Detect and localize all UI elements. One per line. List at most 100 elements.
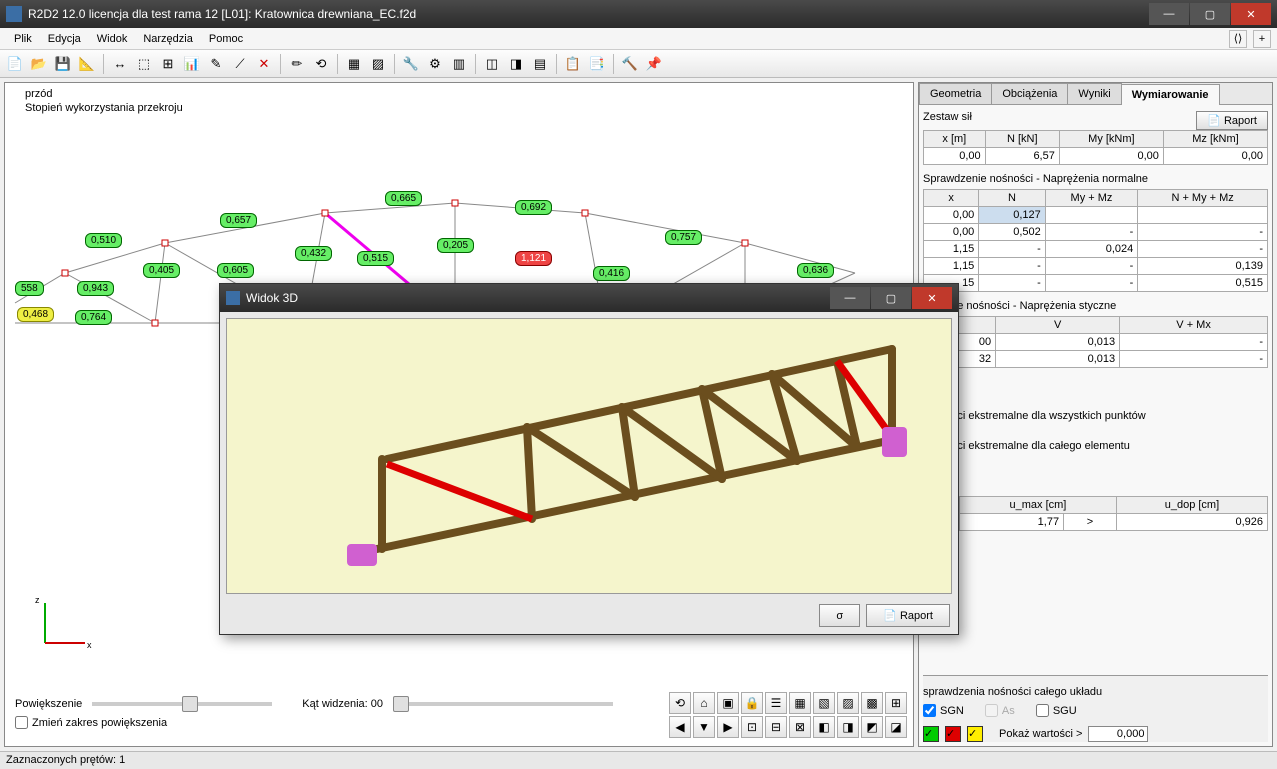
forces-table: x [m]N [kN]My [kNm]Mz [kNm] 0,006,570,00… — [923, 130, 1268, 165]
tool-icon-1[interactable]: 📐 — [76, 53, 98, 75]
pokaz-label: Pokaż wartości > — [999, 728, 1082, 740]
new-icon[interactable]: 📄 — [4, 53, 26, 75]
tool-icon-19[interactable]: 📑 — [586, 53, 608, 75]
zoom-slider[interactable] — [92, 702, 272, 706]
tool-icon-10[interactable]: ▦ — [343, 53, 365, 75]
view-btn-5[interactable]: ☰ — [765, 692, 787, 714]
popup-titlebar[interactable]: Widok 3D — ▢ ✕ — [220, 284, 958, 312]
tool-icon-11[interactable]: ▨ — [367, 53, 389, 75]
view-btn-9[interactable]: ▩ — [861, 692, 883, 714]
maximize-button[interactable]: ▢ — [1190, 3, 1230, 25]
menu-edycja[interactable]: Edycja — [40, 30, 89, 48]
view-btn-7[interactable]: ▧ — [813, 692, 835, 714]
sigma-button[interactable]: σ — [819, 604, 860, 627]
sgu-checkbox[interactable]: SGU — [1036, 704, 1077, 717]
tool-icon-12[interactable]: 🔧 — [400, 53, 422, 75]
zoom-range-checkbox[interactable]: Zmień zakres powiększenia — [15, 716, 167, 729]
tool-icon-8[interactable]: ✏ — [286, 53, 308, 75]
view-btn-2[interactable]: ⌂ — [693, 692, 715, 714]
side-tabs: Geometria Obciążenia Wyniki Wymiarowanie — [919, 83, 1272, 105]
view-btn-20[interactable]: ◪ — [885, 716, 907, 738]
view-btn-18[interactable]: ◨ — [837, 716, 859, 738]
utilization-badge: 558 — [15, 281, 44, 296]
view-btn-6[interactable]: ▦ — [789, 692, 811, 714]
svg-text:z: z — [35, 595, 40, 605]
tool-icon-16[interactable]: ◨ — [505, 53, 527, 75]
raport-button-side[interactable]: 📄 Raport — [1196, 111, 1268, 130]
menu-right-icon-1[interactable]: ⟨⟩ — [1229, 30, 1247, 48]
tool-icon-17[interactable]: ▤ — [529, 53, 551, 75]
statusbar: Zaznaczonych prętów: 1 — [0, 751, 1277, 769]
canvas-header: przód Stopień wykorzystania przekroju — [25, 87, 183, 116]
delete-icon[interactable]: ✕ — [253, 53, 275, 75]
tool-icon-2[interactable]: ↔ — [109, 53, 131, 75]
tool-icon-9[interactable]: ⟲ — [310, 53, 332, 75]
titlebar: R2D2 12.0 licencja dla test rama 12 [L01… — [0, 0, 1277, 28]
tool-icon-3[interactable]: ⬚ — [133, 53, 155, 75]
popup-maximize-button[interactable]: ▢ — [871, 287, 911, 309]
open-icon[interactable]: 📂 — [28, 53, 50, 75]
tool-icon-7[interactable]: ⟋ — [229, 53, 251, 75]
zoom-label: Powiększenie — [15, 698, 82, 710]
utilization-badge: 0,636 — [797, 263, 834, 278]
tool-icon-18[interactable]: 📋 — [562, 53, 584, 75]
popup-minimize-button[interactable]: — — [830, 287, 870, 309]
utilization-badge: 0,665 — [385, 191, 422, 206]
tool-icon-20[interactable]: 🔨 — [619, 53, 641, 75]
yellow-toggle[interactable]: ✓ — [967, 726, 983, 742]
popup-close-button[interactable]: ✕ — [912, 287, 952, 309]
view-btn-12[interactable]: ▼ — [693, 716, 715, 738]
utilization-badge: 0,205 — [437, 238, 474, 253]
view-btn-1[interactable]: ⟲ — [669, 692, 691, 714]
pokaz-value-input[interactable] — [1088, 726, 1148, 742]
menu-pomoc[interactable]: Pomoc — [201, 30, 251, 48]
view-btn-13[interactable]: ▶ — [717, 716, 739, 738]
utilization-badge: 0,692 — [515, 200, 552, 215]
menu-right-icon-2[interactable]: + — [1253, 30, 1271, 48]
view-btn-11[interactable]: ◀ — [669, 716, 691, 738]
view-btn-19[interactable]: ◩ — [861, 716, 883, 738]
utilization-badge: 0,416 — [593, 266, 630, 281]
utilization-badge: 1,121 — [515, 251, 552, 266]
view-btn-15[interactable]: ⊟ — [765, 716, 787, 738]
tool-icon-5[interactable]: 📊 — [181, 53, 203, 75]
green-toggle[interactable]: ✓ — [923, 726, 939, 742]
axis-indicator: zx — [35, 593, 95, 656]
view-buttons: ⟲⌂▣🔒☰▦▧▨▩⊞ ◀▼▶⊡⊟⊠◧◨◩◪ — [669, 692, 907, 738]
tab-geometria[interactable]: Geometria — [919, 83, 992, 104]
menu-plik[interactable]: Plik — [6, 30, 40, 48]
raport-button-popup[interactable]: 📄 Raport — [866, 604, 950, 627]
tab-wymiarowanie[interactable]: Wymiarowanie — [1121, 84, 1220, 105]
svg-text:x: x — [87, 640, 92, 650]
view-btn-4[interactable]: 🔒 — [741, 692, 763, 714]
view-btn-16[interactable]: ⊠ — [789, 716, 811, 738]
normal-stress-label: Sprawdzenie nośności - Naprężenia normal… — [923, 173, 1268, 185]
view-btn-14[interactable]: ⊡ — [741, 716, 763, 738]
tab-obciazenia[interactable]: Obciążenia — [991, 83, 1068, 104]
tool-icon-15[interactable]: ◫ — [481, 53, 503, 75]
as-checkbox[interactable]: As — [985, 704, 1015, 717]
tool-icon-6[interactable]: ✎ — [205, 53, 227, 75]
view-btn-3[interactable]: ▣ — [717, 692, 739, 714]
popup-title: Widok 3D — [246, 291, 830, 305]
minimize-button[interactable]: — — [1149, 3, 1189, 25]
lower-panel: sprawdzenia nośności całego układu SGN A… — [923, 675, 1268, 742]
tool-icon-21[interactable]: 📌 — [643, 53, 665, 75]
view-btn-17[interactable]: ◧ — [813, 716, 835, 738]
angle-slider[interactable] — [393, 702, 613, 706]
save-icon[interactable]: 💾 — [52, 53, 74, 75]
menu-widok[interactable]: Widok — [89, 30, 136, 48]
popup-3d-view: Widok 3D — ▢ ✕ — [219, 283, 959, 635]
close-button[interactable]: ✕ — [1231, 3, 1271, 25]
menu-narzedzia[interactable]: Narzędzia — [135, 30, 201, 48]
view-btn-10[interactable]: ⊞ — [885, 692, 907, 714]
tool-icon-13[interactable]: ⚙ — [424, 53, 446, 75]
tab-wyniki[interactable]: Wyniki — [1067, 83, 1121, 104]
view-btn-8[interactable]: ▨ — [837, 692, 859, 714]
sgn-checkbox[interactable]: SGN — [923, 704, 964, 717]
popup-3d-canvas[interactable] — [226, 318, 952, 594]
tool-icon-4[interactable]: ⊞ — [157, 53, 179, 75]
red-toggle[interactable]: ✓ — [945, 726, 961, 742]
shear-stress-table: VV + Mx 000,013- 320,013- — [923, 316, 1268, 368]
tool-icon-14[interactable]: ▥ — [448, 53, 470, 75]
